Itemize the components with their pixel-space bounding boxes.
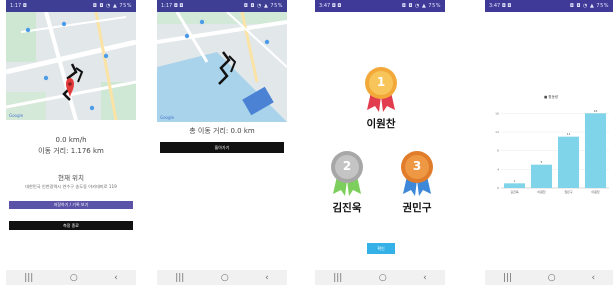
home-icon[interactable]: ○: [70, 273, 78, 283]
bar-chart: ■ 활동량 0 4 8 12 16 1 김진욱 5 이원찬 11 권민구 16 이원찬: [495, 94, 609, 194]
status-time: 1:17 ◘: [10, 3, 27, 9]
back-icon[interactable]: ‹: [265, 273, 269, 283]
recents-icon[interactable]: |||: [175, 273, 184, 283]
third-place-name: 권민구: [402, 202, 432, 214]
nav-bar: ||| ○ ‹: [315, 270, 445, 285]
medal-rank-1: 1: [376, 75, 386, 89]
chart-bar: [584, 113, 607, 188]
chart-legend: ■ 활동량: [544, 94, 559, 99]
y-tick-label: 4: [497, 167, 499, 171]
y-tick-label: 16: [495, 111, 499, 115]
home-icon[interactable]: ○: [221, 273, 229, 283]
recents-icon[interactable]: |||: [333, 273, 342, 283]
save-button[interactable]: 저장하기 / 기록 보기: [9, 201, 133, 209]
chart-bar: [503, 183, 526, 188]
nav-bar: ||| ○ ‹: [6, 270, 136, 285]
bar-value-label: 11: [567, 132, 571, 136]
y-tick-label: 0: [497, 186, 499, 190]
screen-ranking: 3:47 ◘ ◘ ◘ ◘ ◔ ▲ 75% 1 이원찬 2 김진욱 3 권민구 확…: [315, 0, 445, 285]
map-view[interactable]: Google: [157, 12, 287, 122]
nav-bar: ||| ○ ‹: [485, 270, 613, 285]
x-tick-label: 권민구: [564, 189, 573, 194]
x-tick-label: 김진욱: [510, 189, 519, 194]
y-tick-label: 12: [495, 130, 499, 134]
medal-rank-2: 2: [342, 159, 352, 173]
map-graphic: [6, 12, 136, 120]
x-tick-label: 이원찬: [591, 189, 600, 194]
bar-value-label: 16: [594, 109, 598, 113]
status-icons: ◘ ◘ ◔ ▲ 75%: [92, 3, 132, 9]
bronze-medal-icon: 3: [399, 150, 435, 196]
status-bar: 1:17 ◘ ◘ ◘ ◔ ▲ 75%: [6, 0, 136, 12]
speed-text: 0.0 km/h: [55, 136, 87, 144]
status-icons: ◘ ◘ ◔ ▲ 75%: [401, 3, 441, 9]
status-time: 3:47 ◘ ◘: [319, 3, 342, 9]
recents-icon[interactable]: |||: [503, 273, 512, 283]
nav-bar: ||| ○ ‹: [157, 270, 287, 285]
x-tick-label: 이원찬: [537, 189, 546, 194]
status-icons: ◘ ◘ ◔ ▲ 75%: [243, 3, 283, 9]
total-distance-text: 총 이동 거리: 0.0 km: [189, 127, 255, 135]
confirm-button[interactable]: 확인: [367, 243, 395, 254]
status-icons: ◘ ◘ ◔ ▲ 75%: [569, 3, 609, 9]
distance-text: 이동 거리: 1.176 km: [38, 147, 104, 155]
home-icon[interactable]: ○: [548, 273, 556, 283]
second-place-name: 김진욱: [332, 202, 362, 214]
status-bar: 3:47 ◘ ◘ ◘ ◘ ◔ ▲ 75%: [315, 0, 445, 12]
screen-tracking: 1:17 ◘ ◘ ◘ ◔ ▲ 75% Google 0.0 km/h 이동 거리…: [6, 0, 136, 285]
map-view[interactable]: Google: [6, 12, 136, 120]
y-tick-label: 8: [497, 149, 499, 153]
gold-medal-icon: 1: [363, 66, 399, 112]
map-logo: Google: [160, 115, 175, 120]
status-bar: 3:47 ◘ ◘ ◘ ◘ ◔ ▲ 75%: [485, 0, 613, 12]
medal-rank-3: 3: [412, 159, 422, 173]
location-title: 현재 위치: [58, 174, 84, 182]
status-time: 3:47 ◘ ◘: [489, 3, 512, 9]
silver-medal-icon: 2: [329, 150, 365, 196]
stop-button[interactable]: 측정 종료: [9, 221, 133, 230]
back-icon[interactable]: ‹: [591, 273, 595, 283]
bar-value-label: 1: [514, 179, 516, 183]
home-icon[interactable]: ○: [379, 273, 387, 283]
first-place-name: 이원찬: [366, 118, 396, 130]
map-logo: Google: [9, 113, 24, 118]
screen-summary: 1:17 ◘ ◘ ◘ ◘ ◔ ▲ 75% Google 총 이동 거리: 0.0…: [157, 0, 287, 285]
back-icon[interactable]: ‹: [423, 273, 427, 283]
screen-chart: 3:47 ◘ ◘ ◘ ◘ ◔ ▲ 75% ■ 활동량 0 4 8 12 16 1 김진욱 5…: [485, 0, 613, 285]
recents-icon[interactable]: |||: [24, 273, 33, 283]
map-graphic: [157, 12, 287, 122]
bar-value-label: 5: [541, 160, 543, 164]
status-bar: 1:17 ◘ ◘ ◘ ◘ ◔ ▲ 75%: [157, 0, 287, 12]
status-time: 1:17 ◘ ◘: [161, 3, 184, 9]
chart-bar: [557, 136, 580, 188]
back-icon[interactable]: ‹: [114, 273, 118, 283]
back-button[interactable]: 돌아가기: [160, 142, 284, 153]
location-address: 대한민국 인천광역시 연수구 송도동 아카데미로 119: [25, 184, 117, 189]
chart-bar: [530, 164, 553, 188]
